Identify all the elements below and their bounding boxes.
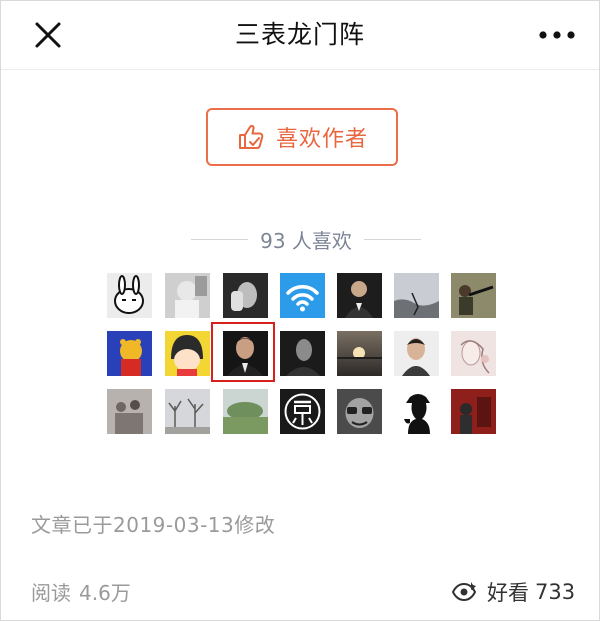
wow-label: 好看 bbox=[487, 581, 529, 605]
avatar-baby-photo[interactable] bbox=[165, 273, 210, 318]
wow-icon bbox=[451, 582, 477, 602]
avatar-cartoon-face[interactable] bbox=[337, 389, 382, 434]
likes-count-row: 93 人喜欢 bbox=[191, 225, 421, 253]
like-author-label: 喜欢作者 bbox=[275, 127, 368, 152]
avatar-group-photo[interactable] bbox=[107, 389, 152, 434]
avatar-wifi-logo[interactable] bbox=[280, 273, 325, 318]
divider-left bbox=[191, 238, 249, 240]
avatar-silhouette-pipe[interactable] bbox=[394, 389, 439, 434]
avatar-man-suit[interactable] bbox=[337, 273, 382, 318]
avatar-rabbit-cartoon[interactable] bbox=[107, 273, 152, 318]
thumbs-up-icon bbox=[238, 124, 264, 149]
read-count-value: 4.6万 bbox=[79, 581, 131, 605]
avatar-coastline[interactable] bbox=[394, 273, 439, 318]
divider-right bbox=[363, 238, 421, 240]
avatar-winnie-pooh[interactable] bbox=[107, 331, 152, 376]
avatar-trees[interactable] bbox=[165, 389, 210, 434]
avatar-sunset[interactable] bbox=[337, 331, 382, 376]
avatar-maruko[interactable] bbox=[165, 331, 210, 376]
avatar-jing-logo[interactable] bbox=[280, 389, 325, 434]
more-dots-icon bbox=[539, 31, 575, 39]
wow-button[interactable]: 好看 733 bbox=[449, 575, 575, 609]
avatar-landscape[interactable] bbox=[223, 389, 268, 434]
avatar-man-rifle[interactable] bbox=[451, 273, 496, 318]
page-title: 三表龙门阵 bbox=[234, 20, 365, 49]
read-count-label: 阅读 bbox=[31, 581, 71, 605]
article-footer-page: 三表龙门阵 喜欢作者 93 人喜欢 文章已于2019-03-13修改 阅读 4.… bbox=[0, 0, 600, 621]
likes-count: 93 人喜欢 bbox=[260, 228, 352, 253]
article-modified-date: 文章已于2019-03-13修改 bbox=[31, 513, 276, 537]
like-author-button[interactable]: 喜欢作者 bbox=[206, 108, 398, 166]
wow-count: 733 bbox=[535, 580, 576, 604]
more-button[interactable] bbox=[537, 23, 577, 47]
avatar-young-man[interactable] bbox=[394, 331, 439, 376]
top-navbar: 三表龙门阵 bbox=[1, 1, 599, 70]
avatar-highlight-frame bbox=[211, 322, 275, 382]
avatar-sketch-girl[interactable] bbox=[451, 331, 496, 376]
read-count: 阅读 4.6万 bbox=[31, 577, 131, 606]
avatar-red-room[interactable] bbox=[451, 389, 496, 434]
avatar-man-dark[interactable] bbox=[280, 331, 325, 376]
avatar-man-hand-face[interactable] bbox=[223, 273, 268, 318]
